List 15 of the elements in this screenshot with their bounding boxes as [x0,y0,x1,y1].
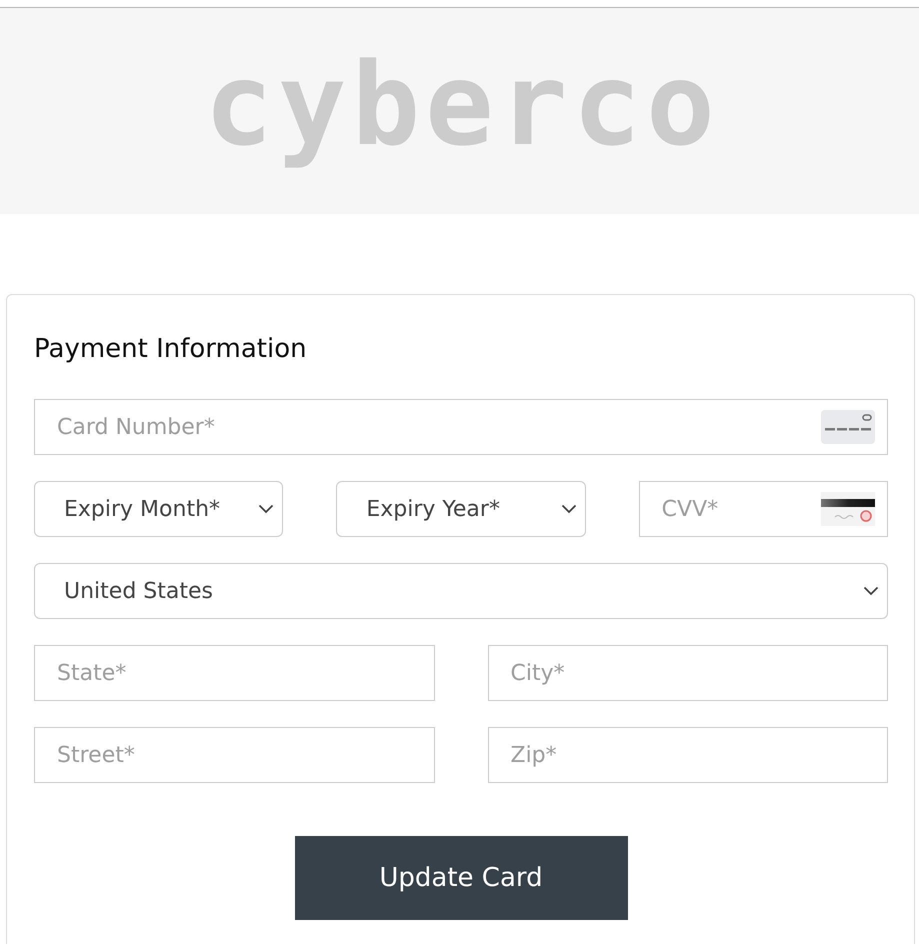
dropdown-select[interactable]: Expiry Month* [34,481,284,537]
update-card-button[interactable]: Update Card [294,836,628,920]
card-number-field[interactable]: Card Number* [34,399,888,455]
dropdown-select[interactable]: United States [34,563,888,619]
chevron-down-icon [560,504,577,514]
dropdown-select[interactable]: Expiry Year* [336,481,586,537]
chevron-down-icon [863,586,879,596]
input-field[interactable]: Zip* [488,727,888,783]
form-title: Payment Information [34,333,307,365]
card-back-icon [820,492,875,526]
credit-card-icon [821,410,875,444]
input-field[interactable]: State* [34,645,434,701]
input-field[interactable]: City* [488,645,888,701]
chevron-down-icon [258,504,274,514]
input-field[interactable]: Street* [34,727,434,783]
